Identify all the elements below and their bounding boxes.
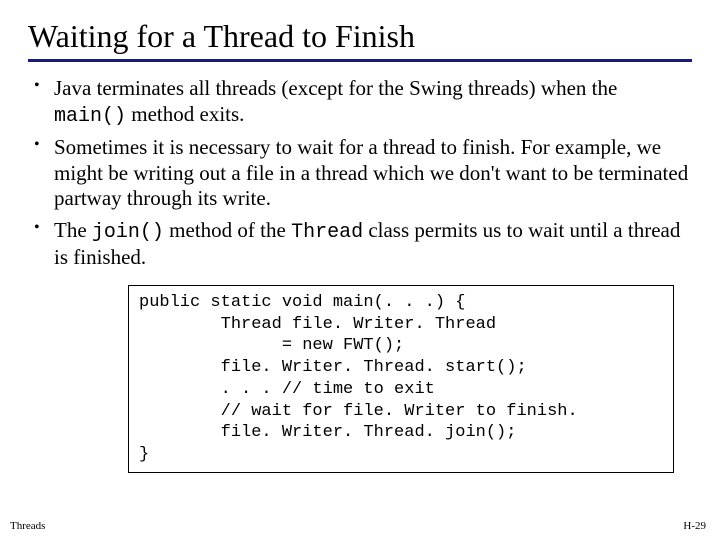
bullet-text: The — [54, 218, 92, 242]
footer-left: Threads — [10, 520, 45, 532]
code-line: // wait for file. Writer to finish. — [139, 402, 578, 421]
title-underline — [28, 59, 692, 62]
code-line: . . . // time to exit — [139, 380, 435, 399]
code-line: Thread file. Writer. Thread — [139, 315, 496, 334]
bullet-item: The join() method of the Thread class pe… — [32, 218, 692, 271]
inline-code: main() — [54, 105, 126, 128]
bullet-text: Java terminates all threads (except for … — [54, 76, 617, 100]
bullet-list: Java terminates all threads (except for … — [28, 76, 692, 271]
inline-code: Thread — [291, 221, 363, 244]
footer-right: H-29 — [683, 520, 706, 532]
bullet-text: method of the — [164, 218, 291, 242]
code-line: = new FWT(); — [139, 336, 404, 355]
bullet-text: method exits. — [126, 102, 244, 126]
inline-code: join() — [92, 221, 164, 244]
code-block: public static void main(. . .) { Thread … — [128, 285, 674, 473]
bullet-text: Sometimes it is necessary to wait for a … — [54, 135, 688, 210]
code-line: file. Writer. Thread. join(); — [139, 423, 516, 442]
code-line: file. Writer. Thread. start(); — [139, 358, 527, 377]
slide-title: Waiting for a Thread to Finish — [28, 18, 692, 55]
bullet-item: Sometimes it is necessary to wait for a … — [32, 135, 692, 212]
bullet-item: Java terminates all threads (except for … — [32, 76, 692, 129]
code-line: public static void main(. . .) { — [139, 293, 465, 312]
code-line: } — [139, 445, 149, 464]
